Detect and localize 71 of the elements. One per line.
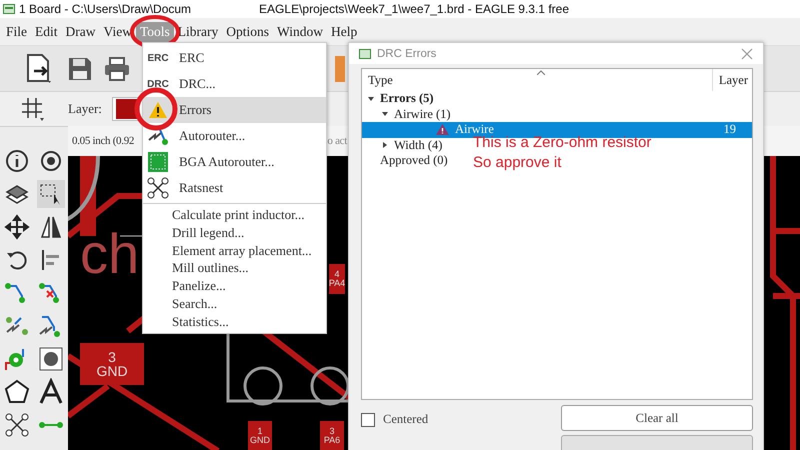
menu-item[interactable]: Mill outlines... bbox=[143, 259, 326, 278]
tree-row[interactable]: Airwire (1) bbox=[362, 106, 467, 122]
expanded-triangle-icon[interactable] bbox=[382, 111, 388, 118]
text-tool-icon[interactable] bbox=[37, 378, 65, 406]
status-message: o act bbox=[327, 135, 347, 147]
clear-all-button[interactable]: Clear all bbox=[561, 405, 753, 431]
pcb-pad: 1 GND bbox=[248, 421, 272, 450]
hole-tool-icon[interactable] bbox=[37, 345, 65, 373]
chip-icon bbox=[148, 152, 168, 172]
menu-item-label: BGA Autorouter... bbox=[179, 154, 274, 170]
menu-item[interactable]: Element array placement... bbox=[143, 242, 326, 260]
menu-item[interactable]: DRC DRC... bbox=[143, 71, 326, 97]
menu-item[interactable]: Drill legend... bbox=[143, 224, 326, 242]
annotation-circle bbox=[134, 87, 178, 131]
menu-item[interactable]: File bbox=[2, 22, 32, 42]
menu-item[interactable]: Draw bbox=[62, 22, 100, 42]
silkscreen-text: ch bbox=[80, 226, 140, 282]
checkbox[interactable] bbox=[361, 413, 375, 427]
dialog-title: DRC Errors bbox=[377, 48, 436, 60]
menu-item[interactable]: Errors bbox=[143, 97, 326, 123]
warning-icon bbox=[436, 124, 449, 136]
menu-item[interactable]: Help bbox=[326, 22, 362, 42]
printer-icon[interactable] bbox=[104, 56, 130, 80]
warning-icon bbox=[148, 101, 168, 119]
expanded-triangle-icon[interactable] bbox=[368, 96, 374, 102]
ratsnest-tool-icon[interactable] bbox=[3, 411, 31, 439]
layer-label: Layer: bbox=[68, 101, 102, 117]
pcb-pad: 3 GND bbox=[80, 343, 144, 385]
info-tool-icon[interactable] bbox=[3, 147, 31, 175]
coordinate-readout: 0.05 inch (0.92 bbox=[72, 135, 134, 147]
checkbox-label: Centered bbox=[383, 412, 428, 427]
menu-item-label: DRC... bbox=[179, 76, 216, 92]
sort-caret-icon bbox=[537, 70, 545, 75]
menu-item[interactable]: ERC ERC bbox=[143, 45, 326, 71]
pcb-pad: 4 PA4 bbox=[329, 264, 345, 294]
menu-item[interactable]: Search... bbox=[143, 294, 326, 313]
menu-item[interactable]: BGA Autorouter... bbox=[143, 149, 326, 175]
menu-item[interactable]: Ratsnest bbox=[143, 175, 326, 201]
check-icon: ERC bbox=[147, 52, 169, 64]
menu-item[interactable]: Autorouter... bbox=[143, 123, 326, 149]
tree-row[interactable]: Errors (5) bbox=[362, 91, 450, 106]
tree-row[interactable]: Width (4) bbox=[362, 138, 458, 153]
close-icon[interactable] bbox=[741, 48, 753, 60]
menu-item-label: Autorouter... bbox=[179, 128, 246, 144]
pcb-pad: 3 PA6 bbox=[320, 421, 344, 450]
menu-item-label: ERC bbox=[179, 50, 204, 66]
column-header[interactable]: Type bbox=[368, 72, 393, 88]
polygon-tool-icon[interactable] bbox=[3, 378, 31, 406]
menu-item[interactable]: Edit bbox=[31, 22, 62, 42]
grid-icon[interactable] bbox=[20, 96, 46, 122]
tree-row[interactable]: Airwire 19 bbox=[362, 122, 752, 138]
tree-row[interactable]: Approved (0) bbox=[362, 153, 464, 168]
menu-item[interactable]: Window bbox=[273, 22, 327, 42]
check-icon: DRC bbox=[147, 78, 169, 90]
menu-item[interactable]: Panelize... bbox=[143, 277, 326, 295]
select-tool-icon[interactable] bbox=[37, 180, 65, 208]
save-icon[interactable] bbox=[68, 56, 92, 80]
app-icon bbox=[3, 3, 15, 15]
menu-item[interactable]: Calculate print inductor... bbox=[143, 206, 326, 224]
window-title: EAGLE\projects\Week7_1\wee7_1.brd - EAGLE 9.3.1 free bbox=[259, 2, 569, 16]
app-icon bbox=[359, 48, 371, 60]
menu-item[interactable]: View bbox=[100, 22, 136, 42]
menu-item[interactable]: Statistics... bbox=[143, 312, 326, 331]
column-header[interactable]: Layer bbox=[712, 69, 752, 91]
window-title: 1 Board - C:\Users\Draw\Docum bbox=[19, 2, 192, 16]
menu-item-label: Errors bbox=[179, 102, 212, 118]
ratsnest-icon bbox=[147, 177, 169, 199]
menu-item-label: Ratsnest bbox=[179, 180, 224, 196]
move-tool-icon[interactable] bbox=[3, 213, 31, 241]
collapsed-triangle-icon[interactable] bbox=[382, 142, 388, 148]
menu-item[interactable]: Options bbox=[222, 22, 274, 42]
